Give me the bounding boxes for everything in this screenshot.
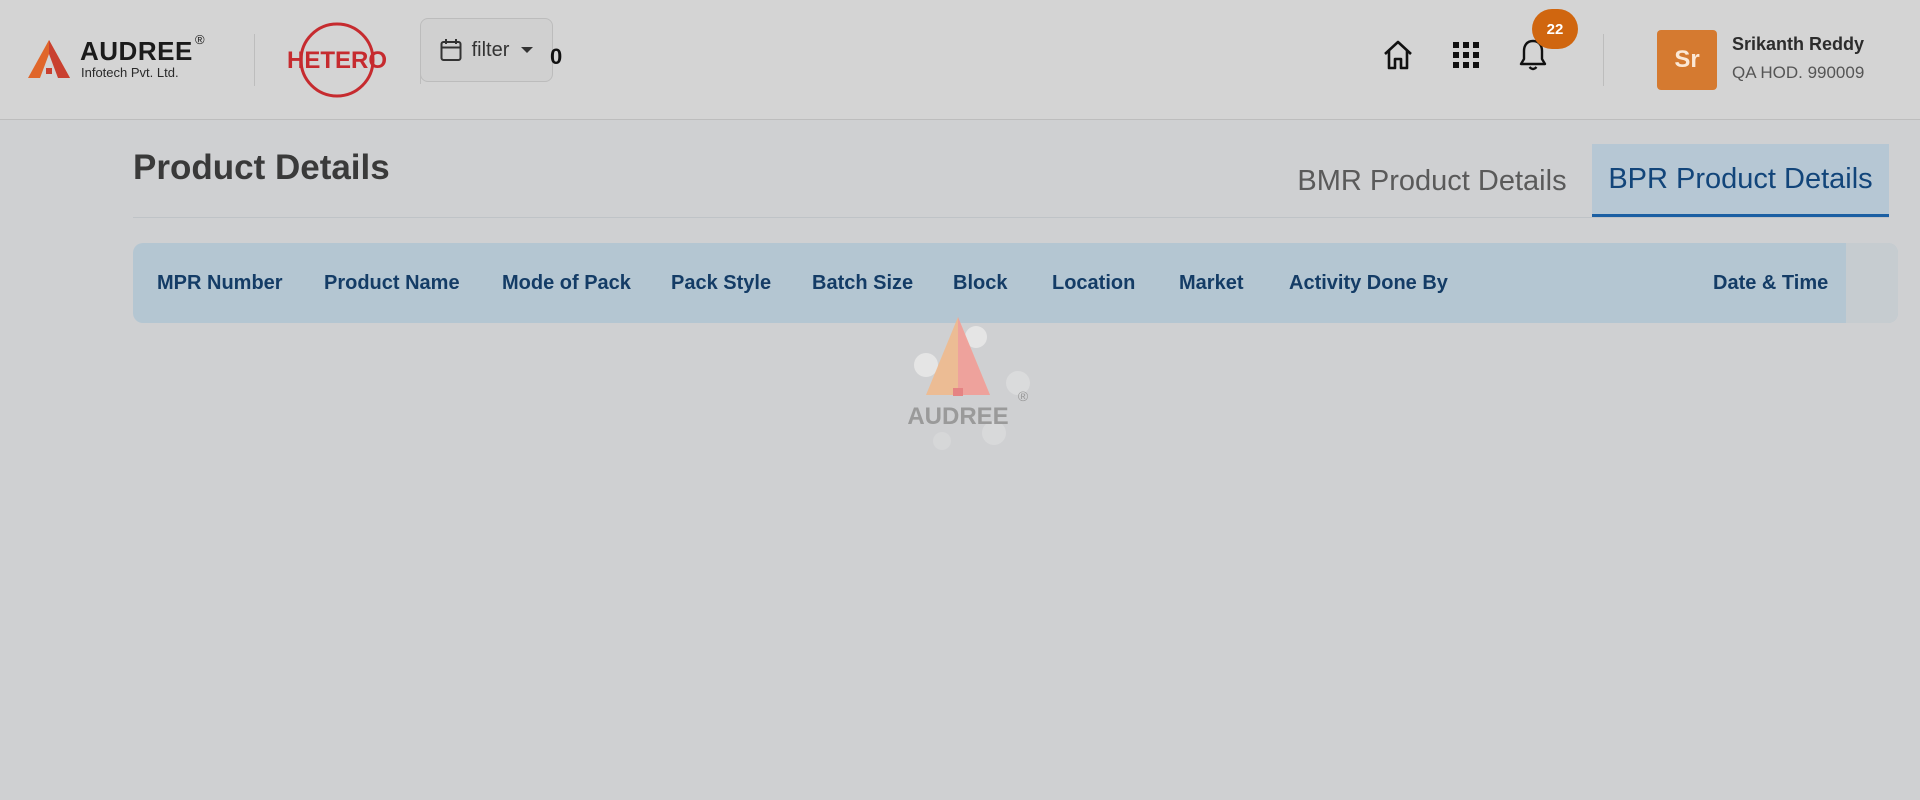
apps-grid-icon[interactable] [1451, 40, 1481, 70]
loading-spinner: AUDREE ® [898, 313, 1038, 458]
tab-bmr-product-details[interactable]: BMR Product Details [1292, 144, 1572, 218]
table-header-row: MPR Number Product Name Mode of Pack Pac… [133, 243, 1898, 323]
notification-count-badge[interactable]: 22 [1532, 9, 1578, 49]
column-header-product-name[interactable]: Product Name [324, 243, 460, 323]
loader-text: AUDREE [907, 403, 1008, 430]
column-header-location[interactable]: Location [1052, 243, 1135, 323]
column-header-mpr-number[interactable]: MPR Number [157, 243, 283, 323]
tabs-divider [133, 217, 1889, 218]
filter-dropdown-button[interactable]: filter [420, 18, 553, 82]
header-divider [1603, 34, 1604, 86]
user-role: QA HOD. 990009 [1732, 63, 1865, 82]
audree-mark-icon [28, 40, 70, 78]
column-header-activity-done-by[interactable]: Activity Done By [1289, 243, 1448, 323]
brand-subtitle: Infotech Pvt. Ltd. [81, 65, 179, 80]
page-title: Product Details [133, 148, 390, 187]
header-divider [254, 34, 255, 86]
brand-registered-mark: ® [195, 32, 205, 47]
column-header-mode-of-pack[interactable]: Mode of Pack [502, 243, 631, 323]
column-header-pack-style[interactable]: Pack Style [671, 243, 771, 323]
filter-label: filter [471, 38, 510, 61]
brand-name: AUDREE [80, 36, 193, 66]
audree-brand-logo[interactable]: AUDREE ® Infotech Pvt. Ltd. [28, 32, 218, 82]
column-header-block[interactable]: Block [953, 243, 1007, 323]
home-icon[interactable] [1381, 38, 1415, 72]
tab-bpr-product-details[interactable]: BPR Product Details [1592, 144, 1889, 218]
chevron-down-icon [521, 47, 534, 53]
client-logo-text: HETERO [287, 47, 387, 74]
loader-reg: ® [1018, 388, 1029, 404]
column-header-market[interactable]: Market [1179, 243, 1243, 323]
user-name[interactable]: Srikanth Reddy [1732, 34, 1864, 55]
filter-value-text: 0 [550, 44, 563, 69]
top-header: AUDREE ® Infotech Pvt. Ltd. HETERO filte… [0, 0, 1920, 120]
hetero-client-logo: HETERO [286, 20, 388, 105]
table-scroll-gutter [1846, 243, 1898, 323]
column-header-date-time[interactable]: Date & Time [1713, 243, 1828, 323]
column-header-batch-size[interactable]: Batch Size [812, 243, 913, 323]
user-avatar[interactable]: Sr [1657, 30, 1717, 90]
calendar-icon [440, 39, 462, 61]
